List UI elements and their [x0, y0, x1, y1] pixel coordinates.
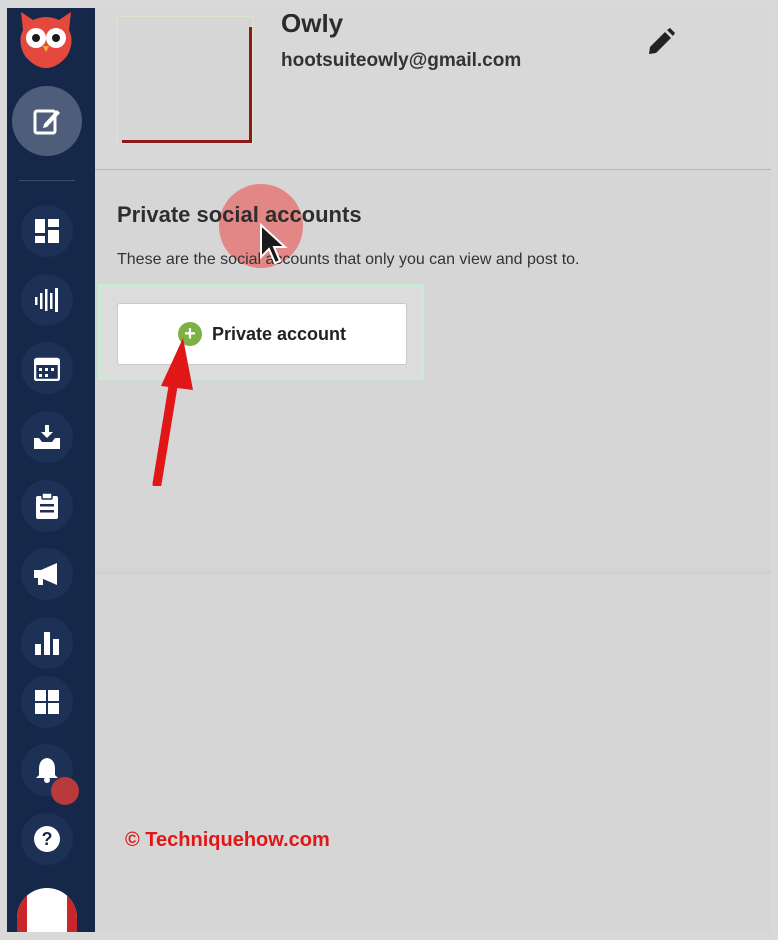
sidebar-item-inbox[interactable] — [21, 411, 73, 463]
clipboard-icon — [36, 492, 58, 519]
sidebar-item-advertise[interactable] — [21, 548, 73, 600]
sidebar-item-dashboard[interactable] — [21, 205, 73, 257]
notification-badge — [51, 777, 79, 805]
sidebar-item-help[interactable]: ? — [21, 813, 73, 865]
app-frame: ? Owly hootsuiteowly@gmail.com Private s… — [7, 8, 771, 932]
streams-icon — [35, 288, 58, 312]
edit-profile-button[interactable] — [643, 24, 679, 60]
red-arrow-annotation — [152, 338, 193, 486]
profile-name: Owly — [281, 14, 344, 38]
profile-image — [117, 16, 253, 144]
watermark: © Techniquehow.com — [125, 829, 330, 851]
compose-icon — [33, 109, 60, 135]
avatar[interactable] — [17, 888, 77, 932]
help-icon: ? — [34, 826, 60, 852]
sidebar-item-calendar[interactable] — [21, 342, 73, 394]
sidebar-item-streams[interactable] — [21, 274, 73, 326]
dashboard-icon — [35, 219, 59, 243]
sidebar-item-apps[interactable] — [21, 676, 73, 728]
section-description: These are the social accounts that only … — [117, 251, 580, 268]
sidebar-item-assignments[interactable] — [21, 480, 73, 532]
content-divider — [95, 568, 771, 574]
calendar-icon — [34, 357, 60, 381]
svg-text:?: ? — [42, 829, 53, 849]
sidebar-item-analytics[interactable] — [21, 617, 73, 669]
sidebar-divider — [19, 180, 75, 181]
owl-logo-icon[interactable] — [17, 8, 75, 70]
inbox-icon — [34, 425, 60, 449]
sidebar: ? — [7, 8, 95, 932]
analytics-icon — [35, 632, 59, 655]
compose-button[interactable] — [12, 86, 82, 156]
profile-header: Owly hootsuiteowly@gmail.com — [95, 8, 771, 170]
pencil-icon — [649, 28, 675, 54]
profile-email: hootsuiteowly@gmail.com — [281, 50, 522, 71]
megaphone-icon — [34, 563, 57, 585]
private-account-label: Private account — [211, 323, 347, 344]
section-title: Private social accounts — [117, 202, 362, 227]
apps-icon — [35, 690, 59, 714]
mouse-cursor-icon — [260, 223, 288, 265]
